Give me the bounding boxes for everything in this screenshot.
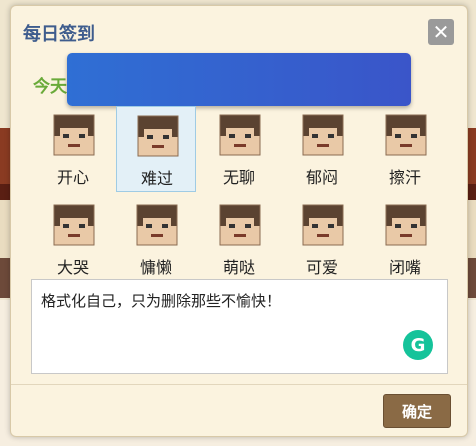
mood-label: 郁闷 xyxy=(305,168,338,187)
sad-face-icon xyxy=(137,115,179,157)
sweat-face-icon xyxy=(385,114,427,156)
daily-checkin-dialog: 每日签到 ✕ 今天 开心 难过 无聊 郁闷 擦汗大哭 慵懒 萌哒 可爱 闭嘴 格式化自己，只为删… xyxy=(10,5,468,437)
confirm-button[interactable]: 确定 xyxy=(383,394,451,428)
mood-label: 难过 xyxy=(140,169,173,188)
today-label: 今天 xyxy=(33,77,67,97)
mood-label: 无聊 xyxy=(222,168,255,187)
mood-option[interactable]: 闭嘴 xyxy=(365,196,445,282)
crying-face-icon xyxy=(53,204,95,246)
close-button[interactable]: ✕ xyxy=(428,19,454,45)
lazy-face-icon xyxy=(136,204,178,246)
mood-option[interactable]: 可爱 xyxy=(282,196,362,282)
mood-label: 擦汗 xyxy=(388,168,421,187)
mood-option[interactable]: 慵懒 xyxy=(116,196,196,282)
dialog-title: 每日签到 xyxy=(23,24,95,45)
mood-option[interactable]: 萌哒 xyxy=(199,196,279,282)
cute-face-icon xyxy=(219,204,261,246)
depressed-face-icon xyxy=(302,114,344,156)
shut-up-face-icon xyxy=(385,204,427,246)
mood-option[interactable]: 无聊 xyxy=(199,106,279,192)
adorable-face-icon xyxy=(302,204,344,246)
mood-option[interactable]: 郁闷 xyxy=(282,106,362,192)
mood-label: 萌哒 xyxy=(222,258,255,277)
mood-label: 慵懒 xyxy=(139,258,172,277)
mood-option[interactable]: 开心 xyxy=(33,106,113,192)
mood-label: 可爱 xyxy=(305,258,338,277)
mood-label: 闭嘴 xyxy=(388,258,421,277)
bored-face-icon xyxy=(219,114,261,156)
mood-option[interactable]: 大哭 xyxy=(33,196,113,282)
close-icon: ✕ xyxy=(432,20,450,44)
message-text: 格式化自己，只为删除那些不愉快！ xyxy=(41,292,282,310)
mood-label: 开心 xyxy=(56,168,89,187)
mood-option[interactable]: 擦汗 xyxy=(365,106,445,192)
grammarly-icon[interactable]: G xyxy=(403,330,433,360)
redacted-banner xyxy=(67,53,411,106)
mood-option[interactable]: 难过 xyxy=(116,106,196,192)
message-textarea[interactable]: 格式化自己，只为删除那些不愉快！ G xyxy=(31,279,448,374)
divider xyxy=(11,384,467,385)
mood-label: 大哭 xyxy=(56,258,89,277)
happy-face-icon xyxy=(53,114,95,156)
